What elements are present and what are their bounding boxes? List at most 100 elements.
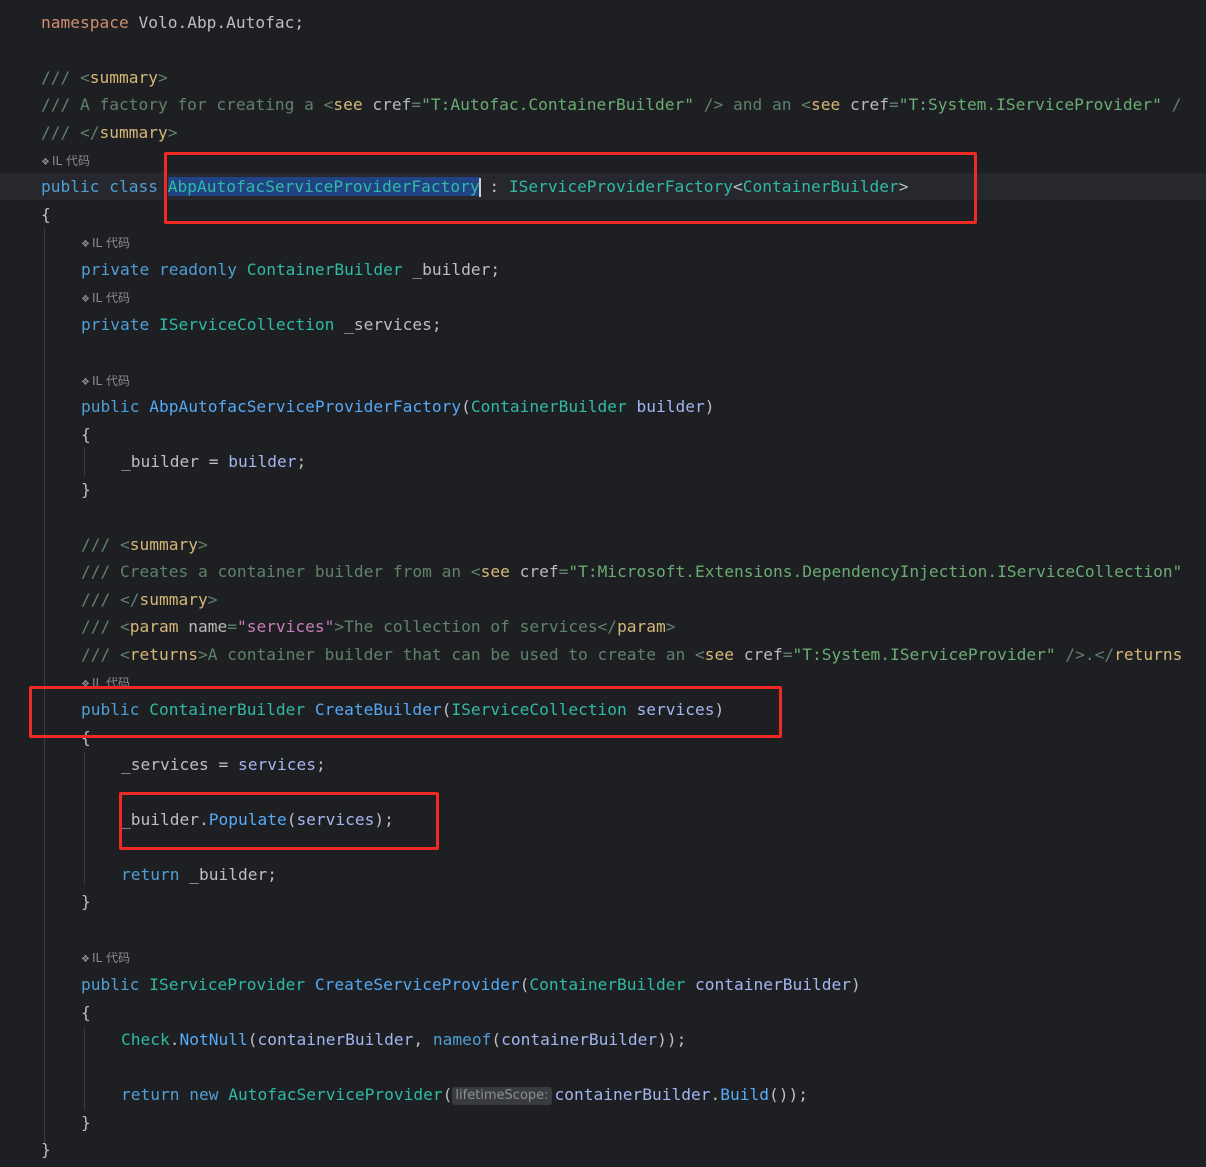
- type-name: Check: [121, 1030, 170, 1049]
- doc-text: A factory for creating a: [79, 95, 324, 114]
- code-line[interactable]: /// <param name="services">The collectio…: [0, 613, 1206, 640]
- field-name: _services;: [334, 315, 442, 334]
- type-name: ContainerBuilder: [246, 260, 403, 279]
- code-line[interactable]: /// </summary>: [0, 586, 1206, 613]
- code-line[interactable]: /// <summary>: [0, 64, 1206, 91]
- code-line[interactable]: public IServiceProvider CreateServicePro…: [0, 971, 1206, 998]
- keyword: public: [41, 177, 100, 196]
- il-code-hint[interactable]: ❖ IL 代码: [81, 288, 130, 308]
- parameter-name: containerBuilder: [501, 1030, 658, 1049]
- code-line[interactable]: private readonly ContainerBuilder _build…: [0, 256, 1206, 283]
- il-code-hint[interactable]: ❖ IL 代码: [81, 233, 130, 253]
- keyword: namespace: [41, 13, 129, 32]
- xml-tag: see: [333, 95, 363, 114]
- field-name: _builder;: [402, 260, 501, 279]
- code-line[interactable]: /// </summary>: [0, 119, 1206, 146]
- xml-tag: summary: [129, 535, 198, 554]
- brace: }: [81, 1113, 91, 1132]
- xml-tag: param: [617, 617, 666, 636]
- diamond-icon: ❖: [81, 954, 90, 965]
- code-line[interactable]: }: [0, 476, 1206, 503]
- code-line[interactable]: /// <summary>: [0, 531, 1206, 558]
- type-name: ContainerBuilder: [470, 397, 627, 416]
- constructor-name: AbpAutofacServiceProviderFactory: [149, 397, 462, 416]
- code-editor[interactable]: namespace Volo.Abp.Autofac; /// <summary…: [0, 0, 1206, 1167]
- diamond-icon: ❖: [81, 377, 90, 388]
- type-name: IServiceProvider: [149, 975, 306, 994]
- xml-attr: cref: [743, 645, 783, 664]
- code-line[interactable]: return new AutofacServiceProvider(lifeti…: [0, 1081, 1206, 1108]
- xml-tag: summary: [139, 590, 208, 609]
- code-line[interactable]: /// A factory for creating a <see cref="…: [0, 91, 1206, 118]
- doc-text: The collection of services: [344, 617, 598, 636]
- code-line[interactable]: /// Creates a container builder from an …: [0, 558, 1206, 585]
- xml-tag: returns: [129, 645, 198, 664]
- type-name: AutofacServiceProvider: [228, 1085, 443, 1104]
- type-name: IServiceCollection: [158, 315, 335, 334]
- code-line[interactable]: namespace Volo.Abp.Autofac;: [0, 9, 1206, 36]
- xml-tag: see: [480, 562, 510, 581]
- keyword: nameof: [432, 1030, 492, 1049]
- doc-text: and an: [723, 95, 802, 114]
- xml-value: "T:Microsoft.Extensions.DependencyInject…: [568, 562, 1183, 581]
- method-call: Build: [720, 1085, 769, 1104]
- xml-value: "T:System.IServiceProvider": [898, 95, 1162, 114]
- brace: {: [81, 425, 91, 444]
- keyword: new: [189, 1085, 219, 1104]
- parameter-name: builder: [636, 397, 705, 416]
- code-line[interactable]: return _builder;: [0, 861, 1206, 888]
- annotation-box-populate: [119, 792, 439, 850]
- keyword: return: [121, 865, 180, 884]
- parameter-name: containerBuilder: [695, 975, 851, 994]
- brace: }: [41, 1140, 51, 1159]
- xml-attr: cref: [849, 95, 889, 114]
- brace: {: [81, 1003, 91, 1022]
- keyword: public: [81, 975, 140, 994]
- keyword: readonly: [158, 260, 237, 279]
- brace: {: [41, 205, 51, 224]
- code-line[interactable]: {: [0, 999, 1206, 1026]
- code-line[interactable]: private IServiceCollection _services;: [0, 311, 1206, 338]
- xml-tag: see: [704, 645, 735, 664]
- brace: }: [81, 892, 91, 911]
- code-line[interactable]: /// <returns>A container builder that ca…: [0, 641, 1206, 668]
- xml-tag: returns: [1114, 645, 1183, 664]
- xml-value: "services": [236, 617, 335, 636]
- code-line[interactable]: }: [0, 1136, 1206, 1163]
- parameter-inlay-hint: lifetimeScope:: [452, 1086, 552, 1105]
- parameter-name: containerBuilder: [554, 1085, 711, 1104]
- code-line[interactable]: public AbpAutofacServiceProviderFactory(…: [0, 393, 1206, 420]
- type-name: ContainerBuilder: [529, 975, 686, 994]
- xml-attr: cref: [372, 95, 412, 114]
- il-code-hint[interactable]: ❖ IL 代码: [81, 948, 130, 968]
- parameter-name: containerBuilder: [257, 1030, 414, 1049]
- xml-value: "T:System.IServiceProvider": [792, 645, 1056, 664]
- diamond-icon: ❖: [81, 294, 90, 305]
- code-line[interactable]: {: [0, 421, 1206, 448]
- diamond-icon: ❖: [41, 157, 50, 168]
- xml-attr: name: [188, 617, 228, 636]
- xml-tag: param: [129, 617, 179, 636]
- field-name: _builder: [121, 452, 199, 471]
- annotation-box-class-name: [164, 152, 977, 224]
- code-line[interactable]: }: [0, 1109, 1206, 1136]
- xml-tag: summary: [99, 123, 168, 142]
- keyword: private: [81, 260, 150, 279]
- method-name: CreateServiceProvider: [314, 975, 520, 994]
- keyword: class: [109, 177, 158, 196]
- code-line[interactable]: Check.NotNull(containerBuilder, nameof(c…: [0, 1026, 1206, 1053]
- il-code-hint[interactable]: ❖ IL 代码: [81, 371, 130, 391]
- parameter-name: builder: [228, 452, 297, 471]
- code-line[interactable]: _builder = builder;: [0, 448, 1206, 475]
- keyword: return: [121, 1085, 180, 1104]
- field-name: _services: [121, 755, 209, 774]
- il-code-hint[interactable]: ❖ IL 代码: [41, 151, 90, 171]
- namespace-name: Volo.Abp.Autofac;: [128, 13, 305, 32]
- doc-text: A container builder that can be used to …: [207, 645, 696, 664]
- method-call: NotNull: [179, 1030, 248, 1049]
- code-line[interactable]: }: [0, 888, 1206, 915]
- annotation-box-create-builder: [29, 686, 782, 738]
- parameter-name: services: [237, 755, 316, 774]
- code-line[interactable]: _services = services;: [0, 751, 1206, 778]
- keyword: private: [81, 315, 150, 334]
